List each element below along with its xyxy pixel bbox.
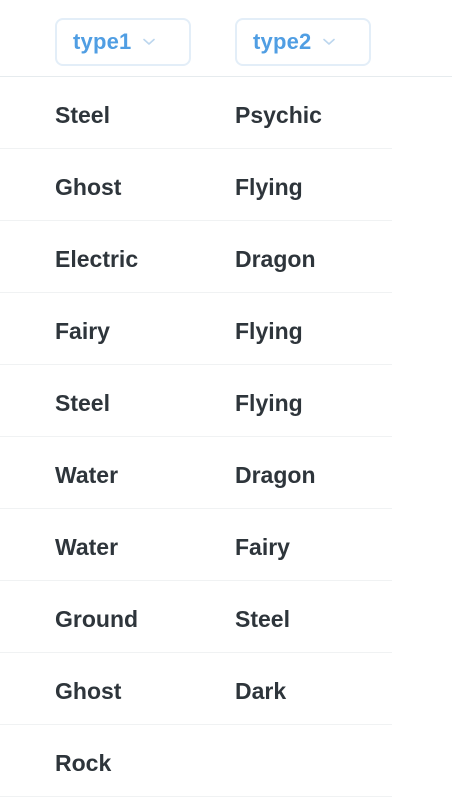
cell-type2[interactable]: Dark [235, 653, 286, 724]
cell-type2[interactable]: Flying [235, 149, 303, 220]
chevron-down-icon [323, 38, 336, 45]
table-row: Electric Dragon [0, 221, 392, 293]
table-header: type1 type2 [0, 0, 452, 77]
cell-type2[interactable]: Flying [235, 293, 303, 364]
table-row: Steel Psychic [0, 77, 392, 149]
cell-type1[interactable]: Electric [55, 221, 138, 292]
cell-type1[interactable]: Steel [55, 365, 110, 436]
cell-type2[interactable]: Psychic [235, 77, 322, 148]
cell-type1[interactable]: Ghost [55, 149, 121, 220]
cell-type2[interactable]: Fairy [235, 509, 290, 580]
chevron-down-icon [143, 38, 156, 45]
column-header-label: type2 [253, 29, 312, 54]
table-row: Ghost Flying [0, 149, 392, 221]
column-header-type1[interactable]: type1 [55, 18, 191, 66]
table-row: Fairy Flying [0, 293, 392, 365]
table-row: Water Fairy [0, 509, 392, 581]
cell-type1[interactable]: Fairy [55, 293, 110, 364]
column-header-type2[interactable]: type2 [235, 18, 371, 66]
cell-type1[interactable]: Rock [55, 725, 111, 796]
column-header-label: type1 [73, 29, 132, 54]
cell-type1[interactable]: Water [55, 509, 118, 580]
cell-type2[interactable]: Dragon [235, 221, 316, 292]
cell-type1[interactable]: Ground [55, 581, 138, 652]
cell-type2[interactable]: Flying [235, 365, 303, 436]
cell-type1[interactable]: Water [55, 437, 118, 508]
cell-type2[interactable]: Steel [235, 581, 290, 652]
table-row: Rock [0, 725, 392, 797]
cell-type1[interactable]: Ghost [55, 653, 121, 724]
table-row: Water Dragon [0, 437, 392, 509]
cell-type2[interactable]: Dragon [235, 437, 316, 508]
table-row: Ghost Dark [0, 653, 392, 725]
table-body: Steel Psychic Ghost Flying Electric Drag… [0, 77, 452, 797]
table-row: Ground Steel [0, 581, 392, 653]
table-row: Steel Flying [0, 365, 392, 437]
cell-type1[interactable]: Steel [55, 77, 110, 148]
